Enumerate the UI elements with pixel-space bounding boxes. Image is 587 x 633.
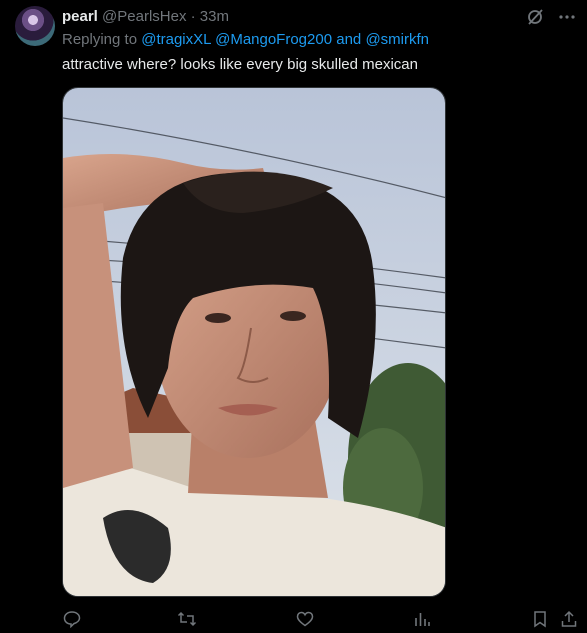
tweet-top-actions	[525, 7, 577, 27]
tweet-actions	[62, 606, 582, 632]
tweet-header: pearl @PearlsHex · 33m	[62, 8, 229, 26]
reply-and: and	[336, 31, 362, 48]
grok-icon[interactable]	[525, 7, 545, 27]
tweet-photo[interactable]	[62, 87, 446, 597]
more-icon[interactable]	[557, 7, 577, 27]
tweet-text: attractive where? looks like every big s…	[62, 56, 418, 73]
share-icon[interactable]	[559, 609, 579, 629]
header-separator: ·	[190, 8, 196, 25]
author-name[interactable]: pearl	[62, 8, 98, 25]
author-handle[interactable]: @PearlsHex	[102, 8, 186, 25]
mention-smirkfn[interactable]: @smirkfn	[365, 31, 429, 48]
like-icon[interactable]	[295, 609, 315, 629]
reply-prefix: Replying to	[62, 31, 138, 48]
photo-image	[63, 88, 445, 596]
retweet-icon[interactable]	[177, 609, 197, 629]
bookmark-icon[interactable]	[530, 609, 550, 629]
views-icon[interactable]	[412, 609, 432, 629]
tweet-time[interactable]: 33m	[200, 8, 229, 25]
replying-to: Replying to @tragixXL @MangoFrog200 and …	[62, 31, 429, 49]
mention-mangofrog200[interactable]: @MangoFrog200	[215, 31, 332, 48]
author-avatar[interactable]	[15, 6, 55, 46]
reply-icon[interactable]	[62, 609, 82, 629]
mention-tragixxl[interactable]: @tragixXL	[141, 31, 211, 48]
